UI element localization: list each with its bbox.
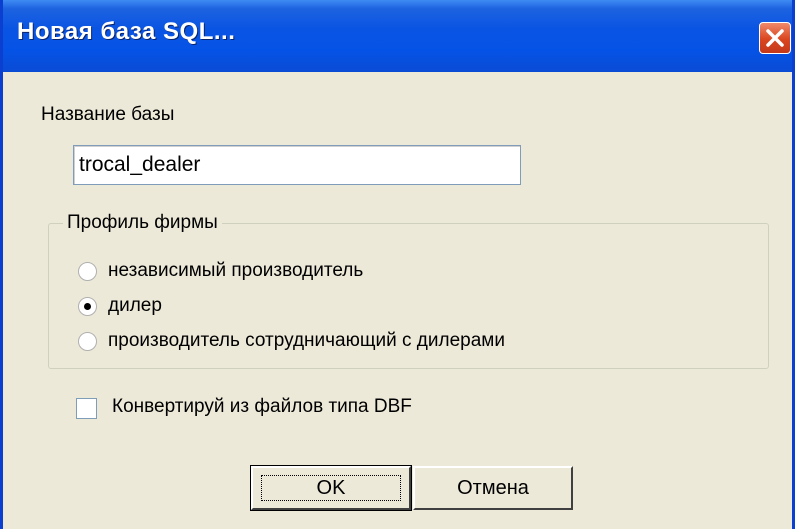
- radio-label: независимый производитель: [108, 260, 364, 281]
- close-icon: [766, 29, 784, 47]
- radio-label: дилер: [108, 295, 162, 316]
- radio-label: производитель сотрудничающий с дилерами: [108, 330, 505, 351]
- radio-button[interactable]: [78, 297, 97, 316]
- radio-selected-dot: [84, 303, 91, 310]
- radio-button[interactable]: [78, 262, 97, 281]
- database-name-label: Название базы: [41, 104, 175, 125]
- title-bar[interactable]: Новая база SQL...: [3, 0, 792, 72]
- cancel-button-label: Отмена: [457, 477, 529, 499]
- convert-dbf-checkbox[interactable]: [76, 398, 97, 419]
- dialog-window: Новая база SQL... Название базы Профиль …: [0, 0, 795, 529]
- database-name-input[interactable]: [73, 145, 521, 185]
- ok-button[interactable]: OK: [250, 465, 412, 511]
- firm-profile-legend: Профиль фирмы: [63, 212, 222, 234]
- close-button[interactable]: [759, 22, 791, 54]
- convert-dbf-label: Конвертируй из файлов типа DBF: [112, 396, 412, 417]
- cancel-button[interactable]: Отмена: [413, 466, 573, 510]
- radio-button[interactable]: [78, 332, 97, 351]
- focus-rectangle: [261, 475, 401, 501]
- window-title: Новая база SQL...: [17, 18, 236, 45]
